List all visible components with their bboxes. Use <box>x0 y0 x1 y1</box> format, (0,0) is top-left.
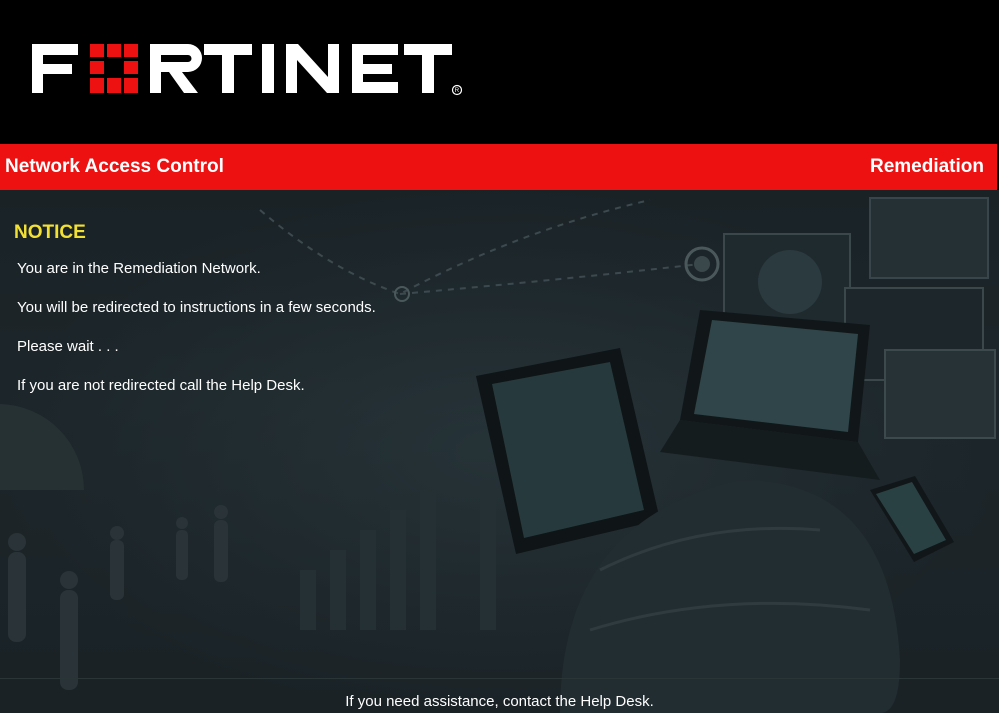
notice-line-please-wait: Please wait . . . <box>17 338 119 355</box>
notice-line-redirect: You will be redirected to instructions i… <box>17 299 376 316</box>
notice-line-remediation-network: You are in the Remediation Network. <box>17 260 261 277</box>
title-remediation: Remediation <box>869 156 984 177</box>
title-network-access-control: Network Access Control <box>5 156 224 177</box>
notice-line-help-desk: If you are not redirected call the Help … <box>17 377 305 394</box>
fortinet-logo: R <box>32 44 462 96</box>
notice-title: NOTICE <box>14 222 86 243</box>
page: R Network Access Control Remediation NOT… <box>0 0 999 713</box>
title-bar: Network Access Control Remediation <box>0 144 997 190</box>
svg-text:R: R <box>455 88 460 94</box>
main-content: NOTICE You are in the Remediation Networ… <box>0 190 999 713</box>
header: R <box>0 0 999 144</box>
footer-assistance-text: If you need assistance, contact the Help… <box>345 693 654 710</box>
footer-divider <box>0 678 999 679</box>
